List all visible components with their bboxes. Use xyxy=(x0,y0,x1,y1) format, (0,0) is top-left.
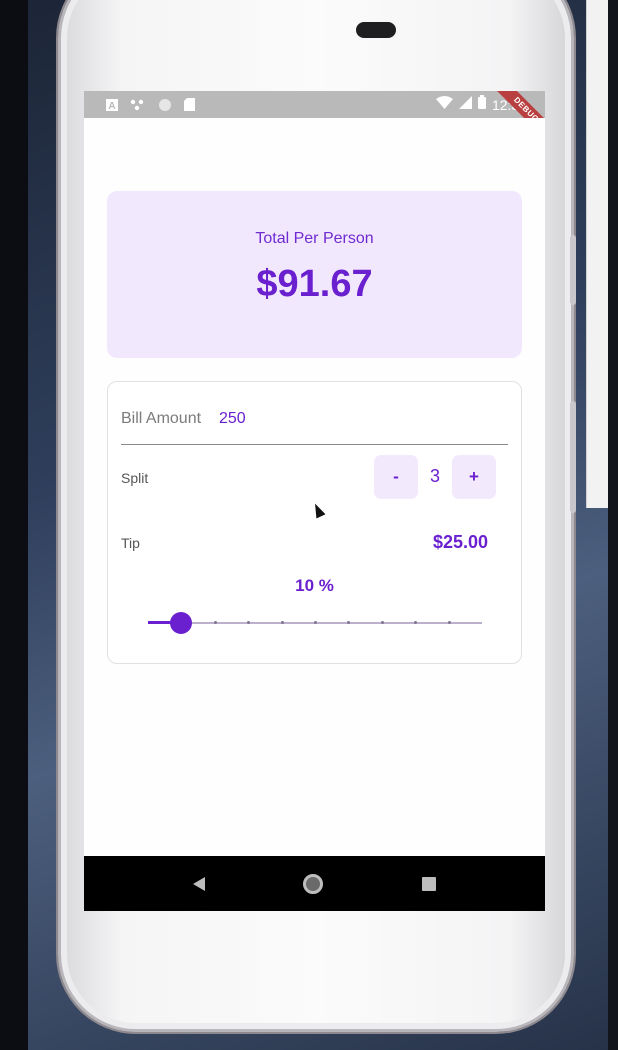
bill-amount-value[interactable]: 250 xyxy=(219,410,246,428)
signal-icon xyxy=(458,95,472,114)
split-count: 3 xyxy=(429,466,440,486)
power-button xyxy=(570,401,576,513)
battery-icon xyxy=(477,95,486,114)
recents-icon[interactable] xyxy=(421,876,436,891)
circle-icon xyxy=(158,98,172,112)
total-per-person-value: $91.67 xyxy=(256,263,373,305)
tip-calculator-app: Total Per Person $91.67 Bill Amount 250 … xyxy=(84,118,545,856)
slider-tick xyxy=(213,621,217,624)
desktop-window-edge xyxy=(586,0,608,508)
slider-tick xyxy=(447,621,451,624)
desktop-left-edge xyxy=(0,0,28,1050)
split-label: Split xyxy=(121,470,149,486)
volume-button xyxy=(570,235,576,305)
tip-amount: $25.00 xyxy=(432,532,488,552)
a-notification-icon: A xyxy=(106,98,118,111)
tip-label: Tip xyxy=(121,535,140,551)
slider-tick xyxy=(380,621,384,624)
slider-tick xyxy=(280,621,284,624)
proximity-sensor xyxy=(356,22,396,38)
tip-slider[interactable] xyxy=(148,608,482,638)
slider-tick xyxy=(314,621,317,624)
desktop-right-edge xyxy=(608,0,618,1050)
sd-card-icon xyxy=(184,98,195,111)
slider-thumb[interactable] xyxy=(170,612,193,634)
status-bar: A 12:34 DEBUG xyxy=(84,91,545,147)
split-decrement-button[interactable]: - xyxy=(374,455,418,499)
split-increment-button[interactable]: + xyxy=(452,455,496,499)
home-icon[interactable] xyxy=(303,873,324,894)
bill-input-card: Bill Amount 250 Split - 3 + Tip $25.00 1… xyxy=(107,381,522,664)
total-per-person-card: Total Per Person $91.67 xyxy=(107,191,522,358)
tip-percent-label: 10 % xyxy=(295,576,334,595)
phone-screen: A 12:34 DEBUG Total Per Person $91.67 Bi… xyxy=(84,91,545,911)
bill-amount-field[interactable]: Bill Amount 250 xyxy=(121,402,508,445)
network-dots-icon xyxy=(130,99,146,111)
total-per-person-label: Total Per Person xyxy=(255,230,374,247)
back-icon[interactable] xyxy=(193,876,206,891)
bill-amount-label: Bill Amount xyxy=(121,410,202,427)
navigation-bar xyxy=(84,856,545,911)
wifi-icon xyxy=(435,95,453,114)
svg-text:A: A xyxy=(108,101,115,111)
